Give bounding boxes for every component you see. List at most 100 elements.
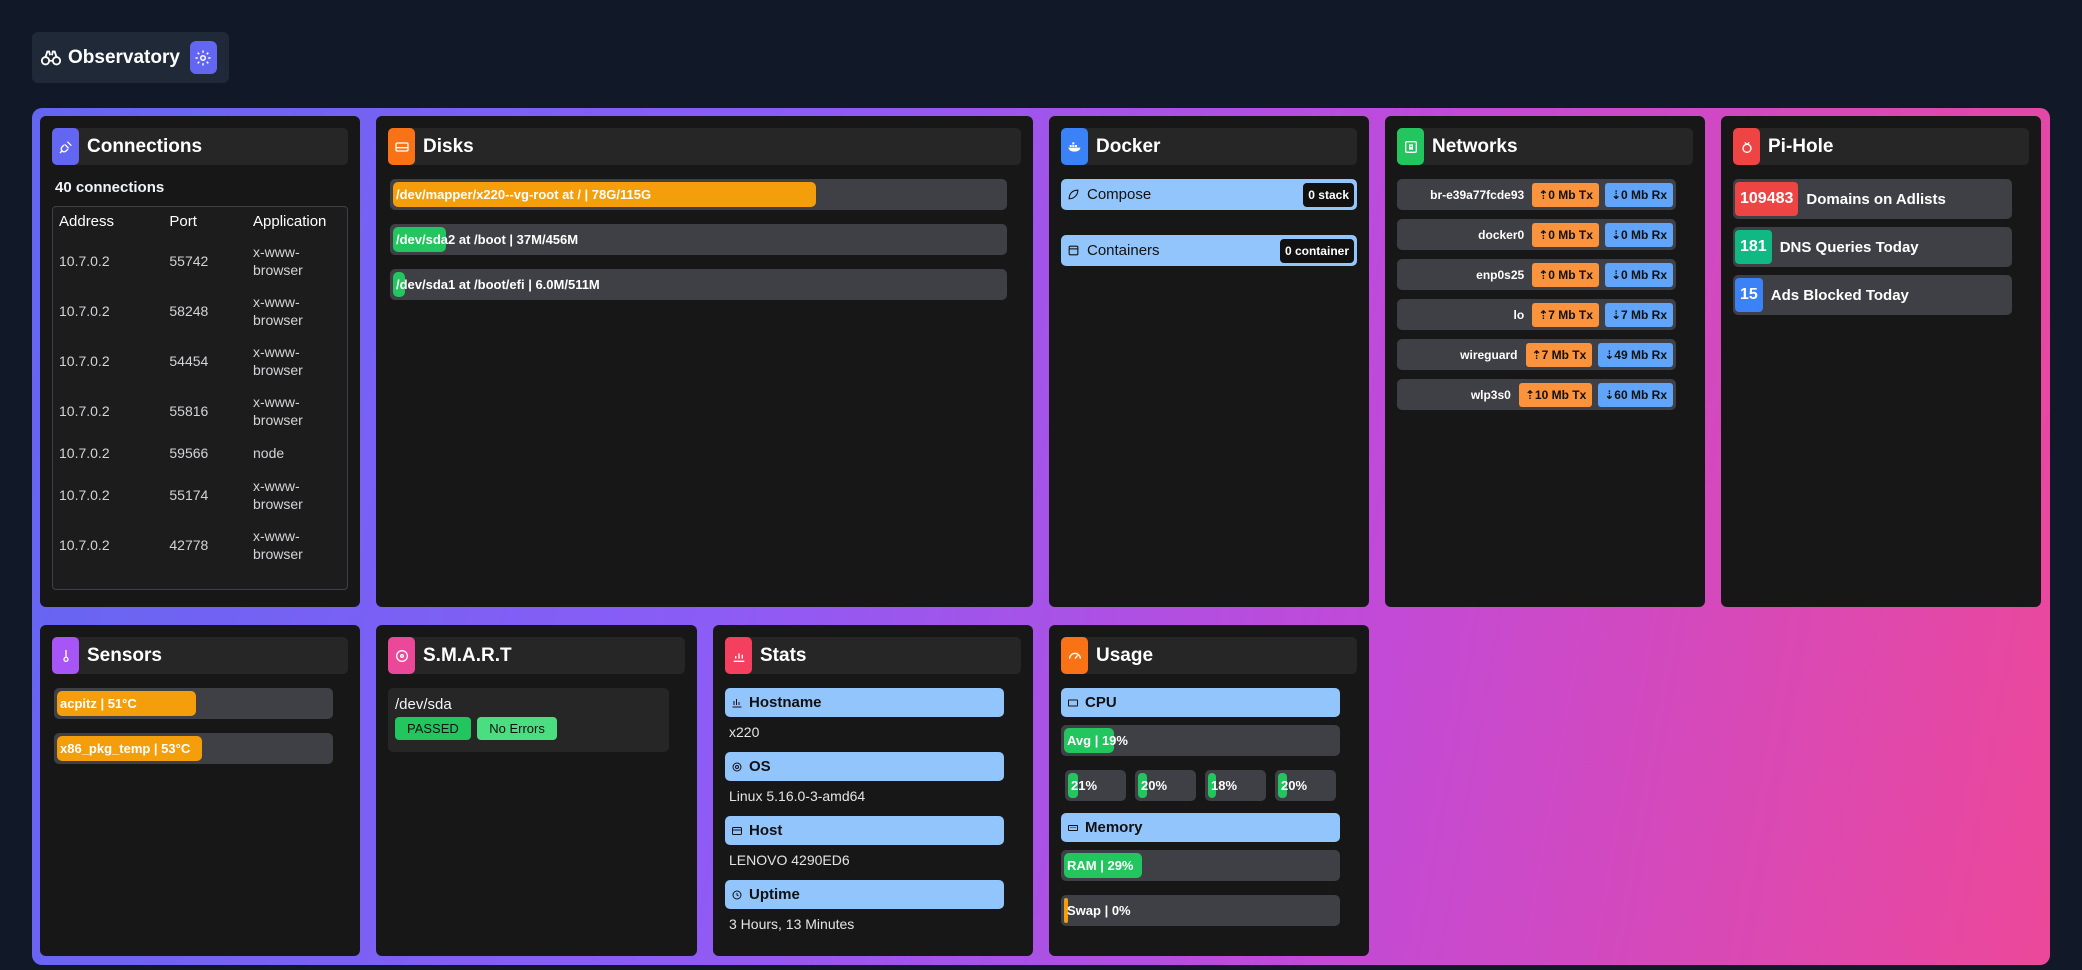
disks-card: Disks /dev/mapper/x220--vg-root at / | 7… <box>376 116 1033 607</box>
port-cell: 42778 <box>169 537 209 553</box>
cpu-core-bar: 20% <box>1275 770 1336 801</box>
disk-label: /dev/sda1 at /boot/efi | 6.0M/511M <box>396 277 600 292</box>
network-row: enp0s25 ⇡0 Mb Tx ⇣0 Mb Rx <box>1397 259 1676 290</box>
cpu-core-label: 21% <box>1071 778 1098 793</box>
pihole-stat-value: 15 <box>1735 278 1763 312</box>
sensor-label: acpitz | 51°C <box>60 696 137 711</box>
stat-label: Uptime <box>749 886 800 903</box>
application-cell: x-www-browser <box>253 528 303 562</box>
application-cell: x-www-browser <box>253 344 303 378</box>
address-cell: 10.7.0.2 <box>59 403 110 419</box>
clock-icon <box>732 890 742 899</box>
docker-compose-row[interactable]: Compose 0 stack <box>1061 179 1357 210</box>
port-cell: 55816 <box>169 403 209 419</box>
network-row: wireguard ⇡7 Mb Tx ⇣49 Mb Rx <box>1397 339 1676 370</box>
docker-icon <box>1061 128 1088 165</box>
application-cell: x-www-browser <box>253 478 303 512</box>
tx-badge: ⇡0 Mb Tx <box>1532 262 1599 287</box>
ram-label: RAM | 29% <box>1067 858 1134 873</box>
sensors-header: Sensors <box>52 637 348 674</box>
memory-icon <box>1068 824 1078 831</box>
pihole-stat-label: DNS Queries Today <box>1779 238 1919 256</box>
tx-badge: ⇡7 Mb Tx <box>1525 342 1593 367</box>
swap-bar: Swap | 0% <box>1061 895 1340 926</box>
cpu-core-bar: 20% <box>1135 770 1196 801</box>
interface-name: wlp3s0 <box>1470 387 1511 402</box>
sensor-label: x86_pkg_temp | 53°C <box>60 741 191 756</box>
address-cell: 10.7.0.2 <box>59 253 110 269</box>
stat-value: Linux 5.16.0-3-amd64 <box>729 788 866 804</box>
disk-health-icon <box>388 637 415 674</box>
cpu-label: CPU <box>1085 694 1117 711</box>
interface-name: br-e39a77fcde93 <box>1430 187 1525 202</box>
interface-name: docker0 <box>1478 227 1525 242</box>
sensor-bar: acpitz | 51°C <box>54 688 333 719</box>
cpu-cores: 21% 20% 18% 20% <box>1065 770 1340 801</box>
table-row: 10.7.0.2 55174 x-www-browser <box>53 470 347 520</box>
cpu-header: CPU <box>1061 688 1340 717</box>
cpu-avg-bar: Avg | 19% <box>1061 725 1340 756</box>
table-row: 10.7.0.2 55816 x-www-browser <box>53 386 347 436</box>
rx-badge: ⇣0 Mb Rx <box>1604 262 1673 287</box>
pihole-stat-row: 15 Ads Blocked Today <box>1733 275 2012 315</box>
application-cell: x-www-browser <box>253 394 303 428</box>
rx-badge: ⇣0 Mb Rx <box>1604 182 1673 207</box>
disks-header: Disks <box>388 128 1021 165</box>
topbar: Observatory <box>32 32 229 83</box>
smart-card: S.M.A.R.T /dev/sda PASSED No Errors <box>376 625 697 956</box>
networks-title: Networks <box>1432 135 1518 157</box>
stat-label: Hostname <box>749 694 822 711</box>
network-icon <box>1397 128 1424 165</box>
cpu-core-bar: 21% <box>1065 770 1126 801</box>
tx-badge: ⇡10 Mb Tx <box>1518 382 1593 407</box>
server-icon <box>732 698 742 707</box>
connections-table[interactable]: Address Port Application 10.7.0.2 55742 x-… <box>52 206 348 590</box>
hard-drive-icon <box>388 128 415 165</box>
containers-label: Containers <box>1087 242 1160 259</box>
cpu-core-bar: 18% <box>1205 770 1266 801</box>
rx-badge: ⇣49 Mb Rx <box>1598 342 1673 367</box>
app-brand[interactable]: Observatory <box>40 47 180 69</box>
table-row: 10.7.0.2 54454 x-www-browser <box>53 336 347 386</box>
cpu-icon <box>1068 699 1078 706</box>
tx-badge: ⇡0 Mb Tx <box>1532 222 1599 247</box>
pihole-card: Pi-Hole 109483 Domains on Adlists 181 DNS … <box>1721 116 2041 607</box>
stat-hostname-header: Hostname <box>725 688 1004 717</box>
connections-title: Connections <box>87 135 203 157</box>
stats-card: Stats Hostname x220 OS Linux 5.16.0-3-am… <box>713 625 1033 956</box>
container-icon <box>1068 245 1079 256</box>
cpu-core-label: 20% <box>1281 778 1308 793</box>
ram-bar: RAM | 29% <box>1061 850 1340 881</box>
table-row: 10.7.0.2 59566 node <box>53 436 347 470</box>
address-cell: 10.7.0.2 <box>59 445 110 461</box>
port-cell: 58550 <box>163 570 247 589</box>
bar-chart-icon <box>725 637 752 674</box>
network-row: docker0 ⇡0 Mb Tx ⇣0 Mb Rx <box>1397 219 1676 250</box>
docker-card: Docker Compose 0 stack Containers 0 cont… <box>1049 116 1369 607</box>
stat-value: x220 <box>729 724 760 740</box>
settings-button[interactable] <box>189 41 217 74</box>
stat-label: Host <box>749 822 783 839</box>
disk-bar: /dev/sda1 at /boot/efi | 6.0M/511M <box>390 269 1007 300</box>
table-row: 10.7.0.2 42778 x-www-browser <box>53 520 347 570</box>
networks-header: Networks <box>1397 128 1693 165</box>
docker-containers-row[interactable]: Containers 0 container <box>1061 235 1357 266</box>
containers-badge: 0 container <box>1279 238 1354 263</box>
sensors-card: Sensors acpitz | 51°C x86_pkg_temp | 53°… <box>40 625 360 956</box>
network-row: lo ⇡7 Mb Tx ⇣7 Mb Rx <box>1397 299 1676 330</box>
host-icon <box>732 826 742 835</box>
swap-label: Swap | 0% <box>1067 903 1131 918</box>
cpu-core-label: 20% <box>1141 778 1168 793</box>
interface-name: wireguard <box>1460 347 1518 362</box>
os-icon <box>732 762 742 771</box>
disk-label: /dev/mapper/x220--vg-root at / | 78G/115… <box>396 187 652 202</box>
network-row: br-e39a77fcde93 ⇡0 Mb Tx ⇣0 Mb Rx <box>1397 179 1676 210</box>
application-cell: x-www-browser <box>253 244 303 278</box>
docker-header: Docker <box>1061 128 1357 165</box>
connections-header: Connections <box>52 128 348 165</box>
usage-card: Usage CPU Avg | 19% 21% 20% 18% 20% Memo… <box>1049 625 1369 956</box>
application-cell: x-www-browser <box>253 294 303 328</box>
usage-header: Usage <box>1061 637 1357 674</box>
stat-value: 3 Hours, 13 Minutes <box>729 916 855 932</box>
port-cell: 58248 <box>169 303 209 319</box>
